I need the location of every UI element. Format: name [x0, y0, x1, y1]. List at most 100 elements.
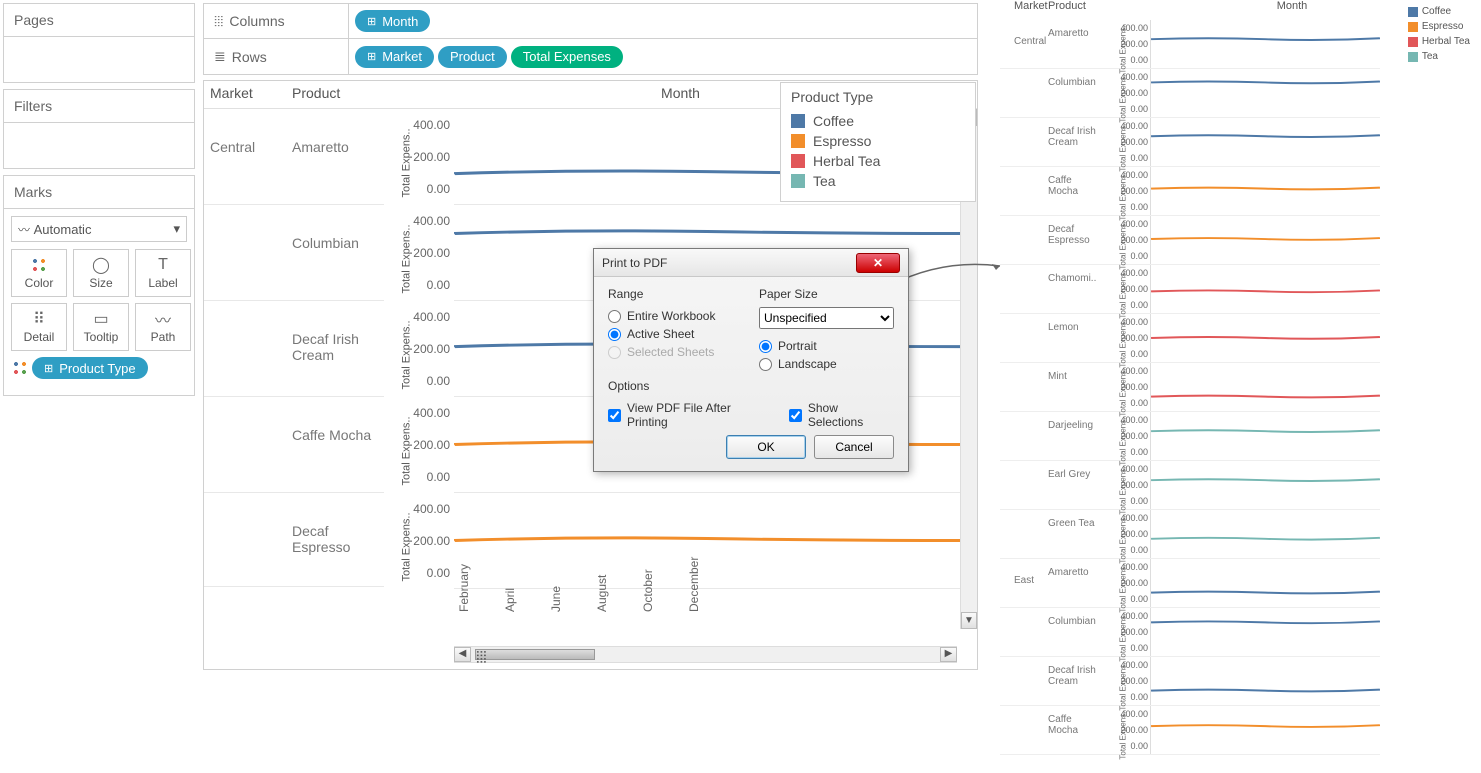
month-tick: December [687, 557, 701, 612]
legend-item-espresso[interactable]: Espresso [791, 131, 965, 151]
chevron-down-icon: ▾ [173, 221, 180, 237]
filters-shelf[interactable]: Filters [3, 89, 195, 169]
scroll-right-button[interactable]: ▶ [940, 647, 957, 662]
range-option-active-sheet[interactable]: Active Sheet [608, 325, 743, 343]
expand-icon: ⊞ [44, 362, 53, 375]
pv-legend-item: Espresso [1408, 19, 1470, 34]
row-product-label: Columbian [286, 205, 384, 300]
mark-size-button[interactable]: ◯Size [73, 249, 129, 297]
preview-row: CentralAmarettoTotal Expens..400.00200.0… [1000, 20, 1380, 69]
color-legend[interactable]: Product Type CoffeeEspressoHerbal TeaTea [780, 82, 976, 202]
preview-row: MintTotal Expens..400.00200.000.00 [1000, 363, 1380, 412]
options-label: Options [608, 379, 894, 393]
horizontal-scrollbar[interactable]: ◀ ⦙⦙⦙ ▶ [454, 646, 957, 663]
preview-row: Green TeaTotal Expens..400.00200.000.00 [1000, 510, 1380, 559]
preview-row: EastAmarettoTotal Expens..400.00200.000.… [1000, 559, 1380, 608]
header-market: Market [204, 81, 286, 108]
preview-row: Decaf Irish CreamTotal Expens..400.00200… [1000, 118, 1380, 167]
preview-row: Decaf Irish CreamTotal Expens..400.00200… [1000, 657, 1380, 706]
row-market-label [204, 397, 286, 492]
pv-header-market: Market [1000, 0, 1048, 18]
ok-button[interactable]: OK [726, 435, 806, 459]
range-option-selected-sheets: Selected Sheets [608, 343, 743, 361]
rows-shelf[interactable]: ≣Rows ⊞MarketProductTotal Expenses [203, 39, 978, 75]
color-icon [31, 256, 47, 274]
filters-label: Filters [4, 90, 194, 123]
columns-icon: ⦙⦙⦙ [214, 13, 223, 30]
scroll-thumb-h[interactable]: ⦙⦙⦙ [475, 649, 595, 660]
swatch-icon [791, 174, 805, 188]
month-tick: October [641, 569, 655, 612]
range-label: Range [608, 287, 743, 301]
pages-shelf[interactable]: Pages [3, 3, 195, 83]
preview-row: DarjeelingTotal Expens..400.00200.000.00 [1000, 412, 1380, 461]
pill-product[interactable]: Product [438, 46, 507, 68]
cancel-button[interactable]: Cancel [814, 435, 894, 459]
preview-row: ColumbianTotal Expens..400.00200.000.00 [1000, 608, 1380, 657]
dialog-title: Print to PDF [602, 256, 667, 270]
orientation-landscape[interactable]: Landscape [759, 355, 894, 373]
swatch-icon [791, 154, 805, 168]
row-product-label: Amaretto [286, 109, 384, 204]
legend-item-coffee[interactable]: Coffee [791, 111, 965, 131]
swatch-icon [791, 114, 805, 128]
mark-path-button[interactable]: 〰Path [135, 303, 191, 351]
row-product-label: Decaf Espresso [286, 493, 384, 586]
legend-item-tea[interactable]: Tea [791, 171, 965, 191]
mark-detail-button[interactable]: ⠿Detail [11, 303, 67, 351]
month-tick: June [549, 586, 563, 612]
close-button[interactable]: ✕ [856, 253, 900, 273]
paper-size-label: Paper Size [759, 287, 894, 301]
mark-color-button[interactable]: Color [11, 249, 67, 297]
month-tick: April [503, 588, 517, 612]
marks-card: Marks 〰 Automatic ▾ Color◯SizeTLabel ⠿Det… [3, 175, 195, 396]
scroll-down-button[interactable]: ▼ [961, 612, 977, 629]
row-market-label [204, 205, 286, 300]
header-product: Product [286, 81, 384, 108]
swatch-icon [791, 134, 805, 148]
columns-shelf[interactable]: ⦙⦙⦙Columns ⊞Month [203, 3, 978, 39]
preview-row: Chamomi..Total Expens..400.00200.000.00 [1000, 265, 1380, 314]
month-tick: February [457, 564, 471, 612]
scroll-left-button[interactable]: ◀ [454, 647, 471, 662]
mark-tooltip-button[interactable]: ▭Tooltip [73, 303, 129, 351]
legend-title: Product Type [791, 89, 965, 105]
pill-total-expenses[interactable]: Total Expenses [511, 46, 623, 68]
detail-icon: ⠿ [33, 310, 45, 328]
path-icon: 〰 [155, 310, 171, 328]
legend-item-herbal-tea[interactable]: Herbal Tea [791, 151, 965, 171]
range-option-entire-workbook[interactable]: Entire Workbook [608, 307, 743, 325]
rows-icon: ≣ [214, 48, 226, 65]
pill-month[interactable]: ⊞Month [355, 10, 430, 32]
preview-row: Caffe MochaTotal Expens..400.00200.000.0… [1000, 706, 1380, 755]
mark-type-select[interactable]: 〰 Automatic ▾ [11, 216, 187, 242]
orientation-portrait[interactable]: Portrait [759, 337, 894, 355]
print-to-pdf-dialog: Print to PDF ✕ Range Entire WorkbookActi… [593, 248, 909, 472]
row-market-label [204, 301, 286, 396]
mark-label-button[interactable]: TLabel [135, 249, 191, 297]
pill-market[interactable]: ⊞Market [355, 46, 434, 68]
pv-legend: CoffeeEspressoHerbal TeaTea [1408, 4, 1470, 64]
pages-label: Pages [4, 4, 194, 37]
preview-row: LemonTotal Expens..400.00200.000.00 [1000, 314, 1380, 363]
row-market-label [204, 493, 286, 586]
row-product-label: Caffe Mocha [286, 397, 384, 492]
pv-legend-item: Coffee [1408, 4, 1470, 19]
size-icon: ◯ [92, 256, 110, 274]
preview-row: Caffe MochaTotal Expens..400.00200.000.0… [1000, 167, 1380, 216]
option-show-selections[interactable]: Show Selections [789, 399, 894, 431]
paper-size-select[interactable]: Unspecified [759, 307, 894, 329]
pdf-preview: Market Product Month CentralAmarettoTota… [1000, 0, 1478, 773]
marks-pill-product-type[interactable]: ⊞ Product Type [32, 357, 148, 379]
preview-row: ColumbianTotal Expens..400.00200.000.00 [1000, 69, 1380, 118]
pv-legend-item: Tea [1408, 49, 1470, 64]
row-market-label: Central [204, 109, 286, 204]
palette-icon [12, 360, 28, 376]
pv-legend-item: Herbal Tea [1408, 34, 1470, 49]
marks-label: Marks [4, 176, 194, 209]
month-tick: August [595, 575, 609, 612]
label-icon: T [158, 256, 168, 274]
pv-header-product: Product [1048, 0, 1106, 18]
option-view-pdf-file-after-printing[interactable]: View PDF File After Printing [608, 399, 771, 431]
tooltip-icon: ▭ [93, 310, 108, 328]
